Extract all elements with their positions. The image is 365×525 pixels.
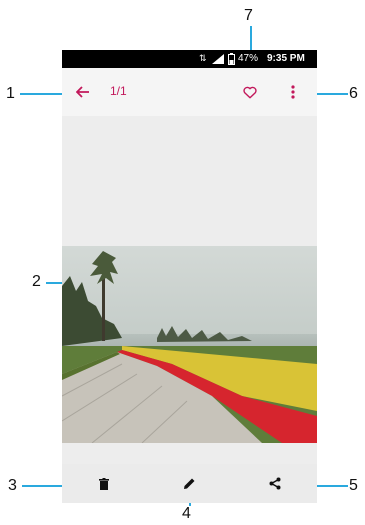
status-bar: ⇅ 47% 9:35 PM	[62, 50, 317, 68]
photo-image[interactable]	[62, 246, 317, 443]
callout-4: 4	[182, 505, 191, 522]
photo-viewer[interactable]	[62, 116, 317, 464]
callout-2: 2	[32, 273, 41, 290]
callout-3: 3	[8, 477, 17, 494]
share-icon[interactable]	[269, 477, 281, 490]
arrow-left-icon[interactable]	[76, 86, 90, 98]
heart-outline-icon[interactable]	[243, 86, 257, 99]
more-vert-icon[interactable]	[291, 85, 295, 99]
callout-7: 7	[244, 7, 253, 24]
signal-icon	[212, 54, 224, 64]
battery-percent: 47%	[238, 53, 259, 64]
pencil-icon[interactable]	[183, 477, 196, 490]
battery-icon	[228, 53, 235, 65]
photo-counter: 1/1	[110, 84, 127, 98]
callout-6: 6	[349, 85, 358, 102]
phone-screen: ⇅ 47% 9:35 PM 1/1	[62, 50, 317, 503]
data-arrows-icon: ⇅	[199, 53, 207, 63]
bottom-action-bar	[62, 464, 317, 503]
callout-5: 5	[349, 477, 358, 494]
top-app-bar: 1/1	[62, 68, 317, 116]
trash-icon[interactable]	[99, 478, 109, 490]
callout-line-1	[20, 93, 66, 95]
callout-1: 1	[6, 85, 15, 102]
status-time: 9:35 PM	[267, 53, 305, 64]
